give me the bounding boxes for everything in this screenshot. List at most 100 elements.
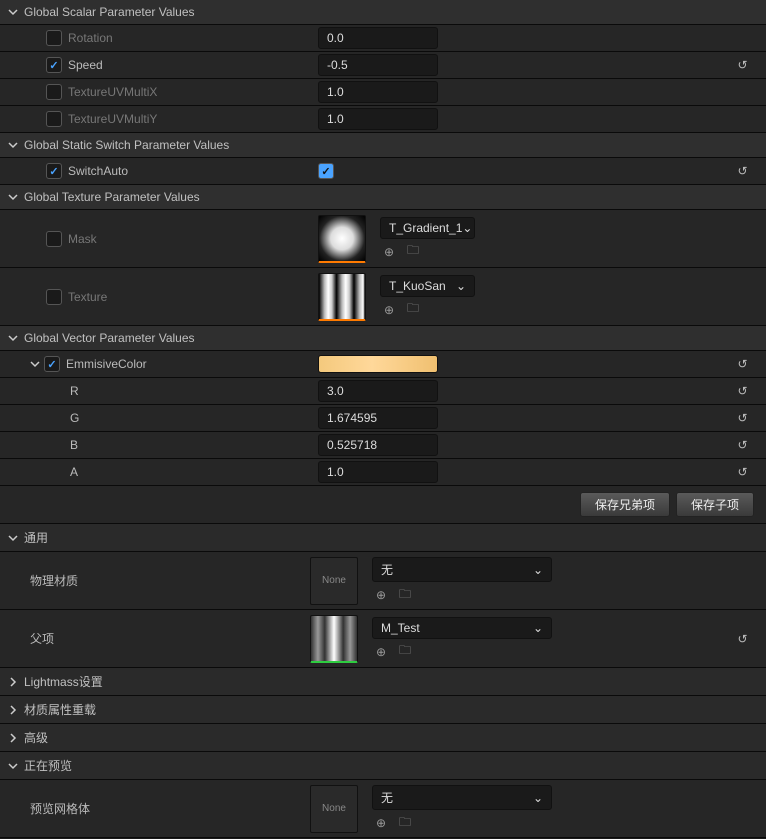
chevron-down-icon: ⌄ <box>533 563 543 577</box>
chevron-down-icon[interactable] <box>8 533 18 543</box>
param-label: 物理材质 <box>30 572 78 589</box>
override-checkbox-rotation[interactable] <box>46 30 62 46</box>
browse-icon[interactable]: 🗀 <box>396 814 414 832</box>
channel-label: B <box>70 438 78 452</box>
browse-icon[interactable]: 🗀 <box>404 243 422 261</box>
save-child-button[interactable]: 保存子项 <box>676 492 754 517</box>
b-input[interactable] <box>318 434 438 456</box>
param-row-rotation: Rotation <box>0 25 766 52</box>
chevron-down-icon: ⌄ <box>533 621 543 635</box>
section-lightmass-header[interactable]: Lightmass设置 <box>0 668 766 696</box>
use-selected-icon[interactable]: ⊕ <box>372 586 390 604</box>
param-label: 父项 <box>30 630 54 647</box>
previewmesh-dropdown[interactable]: 无 ⌄ <box>372 785 552 810</box>
reset-icon[interactable]: ↺ <box>737 384 747 398</box>
use-selected-icon[interactable]: ⊕ <box>380 243 398 261</box>
channel-label: R <box>70 384 79 398</box>
texture-asset-dropdown[interactable]: T_KuoSan ⌄ <box>380 275 475 297</box>
parent-thumbnail[interactable] <box>310 615 358 663</box>
section-texture-header[interactable]: Global Texture Parameter Values <box>0 185 766 210</box>
section-matoverride-header[interactable]: 材质属性重载 <box>0 696 766 724</box>
mask-thumbnail[interactable] <box>318 215 366 263</box>
section-title: 高级 <box>24 729 48 746</box>
section-title: Global Vector Parameter Values <box>24 331 195 345</box>
param-row-emissive: ✓ EmmisiveColor ↺ <box>0 351 766 378</box>
use-selected-icon[interactable]: ⊕ <box>372 814 390 832</box>
chevron-right-icon[interactable] <box>8 677 18 687</box>
use-selected-icon[interactable]: ⊕ <box>380 301 398 319</box>
section-advanced-header[interactable]: 高级 <box>0 724 766 752</box>
reset-icon[interactable]: ↺ <box>737 465 747 479</box>
chevron-down-icon[interactable] <box>8 140 18 150</box>
chevron-down-icon[interactable] <box>8 7 18 17</box>
browse-icon[interactable]: 🗀 <box>396 643 414 661</box>
rotation-input[interactable] <box>318 27 438 49</box>
physmat-dropdown[interactable]: 无 ⌄ <box>372 557 552 582</box>
param-label: Rotation <box>68 31 113 45</box>
section-title: 正在预览 <box>24 757 72 774</box>
param-label: 预览网格体 <box>30 800 90 817</box>
override-checkbox-texture[interactable] <box>46 289 62 305</box>
physmat-thumbnail[interactable]: None <box>310 557 358 605</box>
section-vector-header[interactable]: Global Vector Parameter Values <box>0 326 766 351</box>
asset-name: T_KuoSan <box>389 279 446 293</box>
emissive-color-swatch[interactable] <box>318 355 438 373</box>
asset-name: 无 <box>381 561 393 578</box>
param-row-speed: ✓ Speed ↺ <box>0 52 766 79</box>
chevron-right-icon[interactable] <box>8 705 18 715</box>
mask-asset-dropdown[interactable]: T_Gradient_1 ⌄ <box>380 217 475 239</box>
chevron-down-icon[interactable] <box>30 359 40 369</box>
param-label: EmmisiveColor <box>66 357 147 371</box>
section-static-header[interactable]: Global Static Switch Parameter Values <box>0 133 766 158</box>
browse-icon[interactable]: 🗀 <box>396 586 414 604</box>
section-title: Lightmass设置 <box>24 673 103 690</box>
parent-dropdown[interactable]: M_Test ⌄ <box>372 617 552 639</box>
previewmesh-thumbnail[interactable]: None <box>310 785 358 833</box>
asset-name: M_Test <box>381 621 420 635</box>
override-checkbox-uvx[interactable] <box>46 84 62 100</box>
param-label: Speed <box>68 58 103 72</box>
reset-icon[interactable]: ↺ <box>737 357 747 371</box>
use-selected-icon[interactable]: ⊕ <box>372 643 390 661</box>
chevron-right-icon[interactable] <box>8 733 18 743</box>
override-checkbox-switchauto[interactable]: ✓ <box>46 163 62 179</box>
switchauto-value-checkbox[interactable] <box>318 163 334 179</box>
reset-icon[interactable]: ↺ <box>737 411 747 425</box>
chevron-down-icon[interactable] <box>8 333 18 343</box>
uvy-input[interactable] <box>318 108 438 130</box>
g-input[interactable] <box>318 407 438 429</box>
r-input[interactable] <box>318 380 438 402</box>
reset-icon[interactable]: ↺ <box>737 438 747 452</box>
section-preview-header[interactable]: 正在预览 <box>0 752 766 780</box>
override-checkbox-speed[interactable]: ✓ <box>46 57 62 73</box>
param-label: Mask <box>68 232 97 246</box>
uvx-input[interactable] <box>318 81 438 103</box>
speed-input[interactable] <box>318 54 438 76</box>
texture-thumbnail[interactable] <box>318 273 366 321</box>
row-physmat: 物理材质 None 无 ⌄ ⊕ 🗀 <box>0 552 766 610</box>
section-scalar-header[interactable]: Global Scalar Parameter Values <box>0 0 766 25</box>
chevron-down-icon[interactable] <box>8 192 18 202</box>
param-row-g: G ↺ <box>0 405 766 432</box>
chevron-down-icon: ⌄ <box>462 221 472 235</box>
section-general-header[interactable]: 通用 <box>0 524 766 552</box>
reset-icon[interactable]: ↺ <box>737 58 747 72</box>
channel-label: G <box>70 411 79 425</box>
reset-icon[interactable]: ↺ <box>737 164 747 178</box>
section-title: Global Scalar Parameter Values <box>24 5 195 19</box>
override-checkbox-uvy[interactable] <box>46 111 62 127</box>
param-row-a: A ↺ <box>0 459 766 486</box>
override-checkbox-mask[interactable] <box>46 231 62 247</box>
section-title: Global Static Switch Parameter Values <box>24 138 229 152</box>
save-sibling-button[interactable]: 保存兄弟项 <box>580 492 670 517</box>
param-row-b: B ↺ <box>0 432 766 459</box>
override-checkbox-emissive[interactable]: ✓ <box>44 356 60 372</box>
asset-name: T_Gradient_1 <box>389 221 462 235</box>
row-preview-mesh: 预览网格体 None 无 ⌄ ⊕ 🗀 <box>0 780 766 838</box>
reset-icon[interactable]: ↺ <box>737 632 747 646</box>
param-label: TextureUVMultiX <box>68 85 157 99</box>
browse-icon[interactable]: 🗀 <box>404 301 422 319</box>
chevron-down-icon[interactable] <box>8 761 18 771</box>
a-input[interactable] <box>318 461 438 483</box>
param-label: SwitchAuto <box>68 164 128 178</box>
